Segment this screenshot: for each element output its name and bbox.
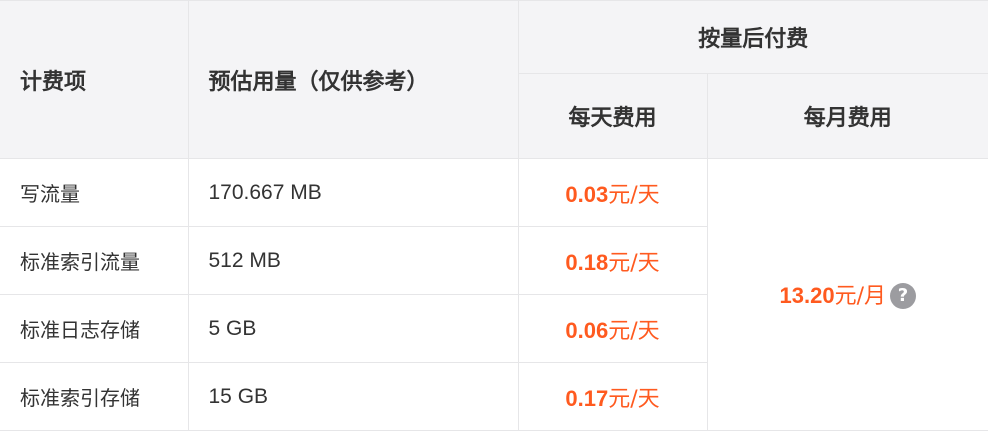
daily-cost-unit: 元/天	[608, 182, 660, 208]
billing-item-name: 标准日志存储	[0, 294, 189, 363]
daily-cost-unit: 元/天	[608, 386, 660, 412]
header-pay-as-you-go: 按量后付费	[517, 0, 988, 74]
header-daily-cost: 每天费用	[518, 73, 708, 159]
header-monthly-cost: 每月费用	[706, 73, 988, 159]
daily-cost-cell: 0.18元/天	[517, 226, 707, 295]
daily-cost-value: 0.06	[565, 317, 609, 343]
daily-cost-value: 0.18	[565, 249, 609, 275]
monthly-cost-value: 13.20	[779, 283, 835, 309]
table-body: 写流量 170.667 MB 0.03元/天 13.20元/月? 标准索引流量 …	[0, 158, 988, 431]
question-circle-icon[interactable]: ?	[890, 282, 916, 309]
billing-item-name: 写流量	[0, 158, 189, 227]
daily-cost-unit: 元/天	[608, 250, 660, 276]
daily-cost-value: 0.03	[565, 181, 609, 207]
estimated-usage-value: 5 GB	[187, 294, 519, 363]
billing-item-name: 标准索引存储	[0, 362, 189, 431]
daily-cost-value: 0.17	[565, 385, 609, 411]
header-estimated-usage: 预估用量（仅供参考）	[187, 0, 519, 159]
daily-cost-cell: 0.06元/天	[517, 294, 707, 363]
estimated-usage-value: 512 MB	[187, 226, 519, 295]
header-billing-item: 计费项	[0, 0, 189, 159]
table-header: 计费项 预估用量（仅供参考） 按量后付费 每天费用 每月费用	[0, 0, 988, 159]
daily-cost-cell: 0.17元/天	[517, 362, 707, 431]
table-row: 写流量 170.667 MB 0.03元/天 13.20元/月?	[0, 158, 988, 431]
header-row-1: 计费项 预估用量（仅供参考） 按量后付费	[0, 0, 988, 159]
billing-item-name: 标准索引流量	[0, 226, 189, 295]
billing-table: 计费项 预估用量（仅供参考） 按量后付费 每天费用 每月费用 写流量 170.6…	[0, 0, 988, 431]
monthly-cost-cell: 13.20元/月?	[706, 158, 988, 431]
daily-cost-unit: 元/天	[608, 318, 660, 344]
estimated-usage-value: 15 GB	[187, 362, 519, 431]
daily-cost-cell: 0.03元/天	[517, 158, 708, 227]
monthly-cost-unit: 元/月	[834, 284, 886, 310]
estimated-usage-value: 170.667 MB	[187, 158, 519, 227]
